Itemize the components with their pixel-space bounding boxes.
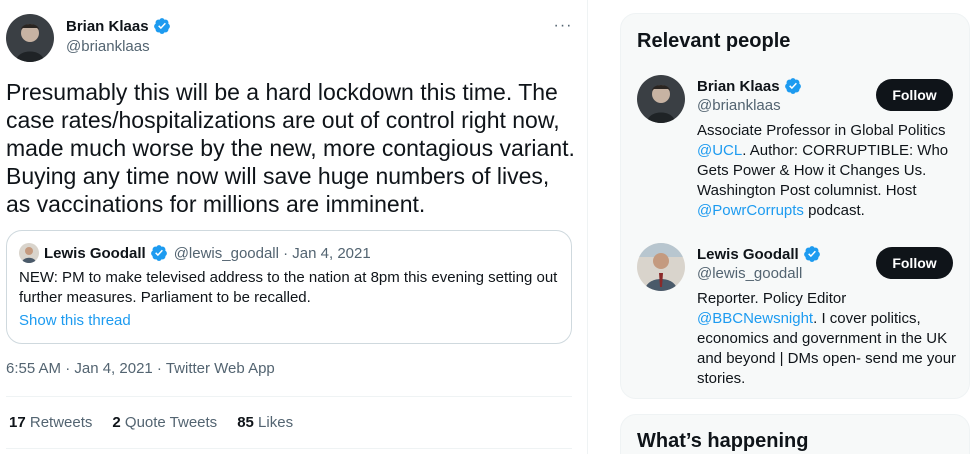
- verified-badge-icon: [784, 78, 801, 94]
- relevant-people-title: Relevant people: [637, 30, 791, 52]
- relevant-people-card: Relevant people Brian Klaas @brianklaas …: [620, 13, 970, 399]
- quote-author-avatar[interactable]: [19, 243, 39, 263]
- verified-badge-icon: [150, 245, 167, 261]
- follow-button[interactable]: Follow: [876, 79, 953, 111]
- bio-link-powrcorrupts[interactable]: @PowrCorrupts: [697, 202, 804, 219]
- follow-button[interactable]: Follow: [876, 247, 953, 279]
- tweet-text: Presumably this will be a hard lockdown …: [6, 79, 582, 217]
- author-name-text[interactable]: Brian Klaas: [66, 18, 149, 35]
- tweet-stats: 17 Retweets 2 Quote Tweets 85 Likes: [9, 414, 293, 431]
- person-name[interactable]: Brian Klaas: [697, 77, 802, 95]
- whats-happening-title: What’s happening: [637, 430, 809, 452]
- person-handle[interactable]: @brianklaas: [697, 97, 781, 114]
- quote-text: NEW: PM to make televised address to the…: [19, 269, 558, 306]
- divider: [6, 448, 572, 449]
- person-bio: Associate Professor in Global Politics @…: [697, 121, 959, 221]
- bio-text: podcast.: [803, 202, 865, 219]
- retweets-stat[interactable]: 17 Retweets: [9, 414, 92, 431]
- author-handle[interactable]: @brianklaas: [66, 38, 150, 55]
- person-name[interactable]: Lewis Goodall: [697, 245, 821, 263]
- person-bio: Reporter. Policy Editor @BBCNewsnight. I…: [697, 289, 959, 389]
- bio-link-ucl[interactable]: @UCL: [697, 142, 742, 159]
- quote-tweets-count: 2: [112, 414, 121, 431]
- quote-tweets-stat[interactable]: 2 Quote Tweets: [112, 414, 217, 431]
- person-avatar[interactable]: [637, 243, 685, 291]
- quoted-tweet[interactable]: Lewis Goodall @lewis_goodall · Jan 4, 20…: [6, 230, 572, 344]
- retweets-label: Retweets: [29, 414, 93, 431]
- person-avatar[interactable]: [637, 75, 685, 123]
- retweets-count: 17: [9, 414, 26, 431]
- quote-tweets-label: Quote Tweets: [124, 414, 218, 431]
- whats-happening-card: What’s happening: [620, 414, 970, 454]
- person-handle[interactable]: @lewis_goodall: [697, 265, 802, 282]
- likes-label: Likes: [258, 414, 294, 431]
- divider: [6, 396, 572, 397]
- bio-link-bbcnewsnight[interactable]: @BBCNewsnight: [697, 310, 813, 327]
- quote-author-name[interactable]: Lewis Goodall: [44, 245, 146, 262]
- verified-badge-icon: [803, 246, 820, 262]
- tweet-timestamp[interactable]: 6:55 AM · Jan 4, 2021 · Twitter Web App: [6, 360, 275, 377]
- bio-text: Reporter. Policy Editor: [697, 290, 847, 307]
- sidebar: Relevant people Brian Klaas @brianklaas …: [589, 0, 979, 454]
- author-name[interactable]: Brian Klaas: [66, 17, 171, 35]
- quote-meta: @lewis_goodall · Jan 4, 2021: [173, 244, 371, 262]
- tweet-column: Brian Klaas @brianklaas ··· Presumably t…: [0, 0, 588, 454]
- verified-badge-icon: [153, 18, 170, 34]
- likes-count: 85: [237, 414, 254, 431]
- person-name-text[interactable]: Brian Klaas: [697, 78, 780, 95]
- more-icon[interactable]: ···: [552, 16, 574, 36]
- show-thread-link[interactable]: Show this thread: [19, 312, 131, 329]
- quote-header: Lewis Goodall @lewis_goodall · Jan 4, 20…: [44, 244, 371, 262]
- bio-text: Associate Professor in Global Politics: [697, 122, 946, 139]
- likes-stat[interactable]: 85 Likes: [237, 414, 293, 431]
- author-avatar[interactable]: [6, 14, 54, 62]
- person-name-text[interactable]: Lewis Goodall: [697, 246, 799, 263]
